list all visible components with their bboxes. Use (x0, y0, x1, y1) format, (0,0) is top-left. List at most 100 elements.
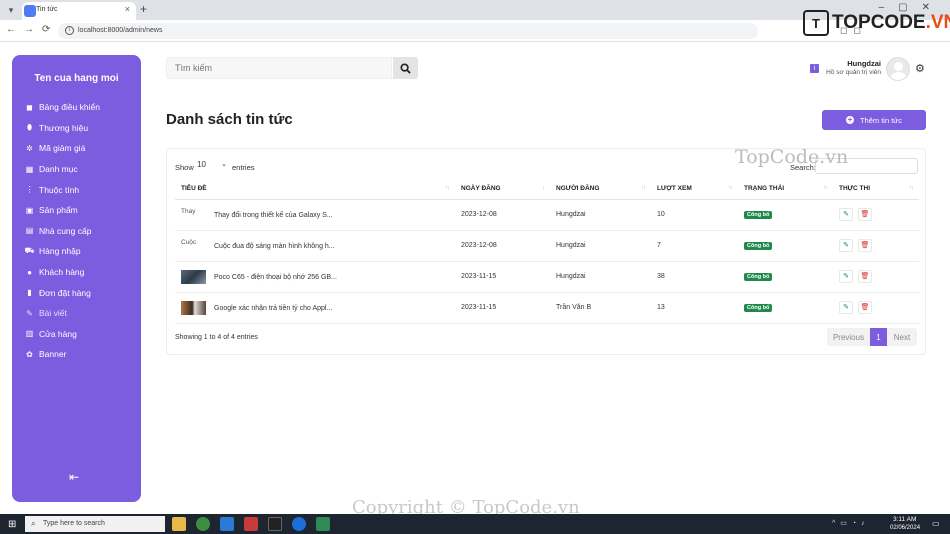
supplier-icon: ▤ (25, 226, 34, 236)
news-thumbnail: Thay (181, 207, 196, 215)
column-header[interactable]: THỰC THI ↑↓ (833, 179, 919, 200)
search-button[interactable] (393, 57, 418, 79)
sidebar-item-6[interactable]: ▣ Sản phẩm (24, 200, 100, 221)
trash-icon[interactable]: 🗑 (858, 301, 872, 314)
product-icon: ▣ (25, 205, 34, 215)
windows-start-icon[interactable]: ⊞ (8, 519, 16, 530)
column-header[interactable]: LƯỢT XEM ↑↓ (651, 179, 738, 200)
back-icon[interactable]: ← (6, 24, 16, 35)
column-header-label: NGƯỜI ĐĂNG (556, 185, 600, 193)
sidebar-item-2[interactable]: ⬮ Thương hiệu (24, 118, 100, 139)
import-icon: ⛟ (24, 246, 35, 256)
sort-icon: ↑↓ (728, 185, 733, 191)
previous-page-button[interactable]: Previous (827, 328, 870, 346)
reload-icon[interactable]: ⟳ (42, 24, 50, 35)
sort-icon: ↓ (542, 185, 545, 191)
column-header[interactable]: TRẠNG THÁI ↑↓ (738, 179, 833, 200)
title-cell: Thay Thay đổi trong thiết kế của Galaxy S… (175, 199, 455, 231)
page-1-button[interactable]: 1 (870, 328, 887, 346)
user-name: Hungdzai (847, 59, 881, 68)
news-title: Cuộc đua độ sáng màn hình không h... (214, 242, 335, 250)
trash-icon[interactable]: 🗑 (858, 208, 872, 221)
search-icon: ⌕ (31, 519, 36, 528)
banner-icon: ✿ (26, 349, 33, 359)
add-news-button[interactable]: + Thêm tin tức (822, 110, 926, 130)
customer-icon: ● (27, 267, 32, 277)
sidebar-item-label: Bảng điều khiển (39, 102, 100, 113)
site-info-icon[interactable]: i (65, 26, 74, 35)
browser-tab[interactable]: Tin tức × (22, 2, 136, 20)
system-tray-icons[interactable]: ^▭◔♪ (832, 519, 870, 527)
sidebar-item-11[interactable]: ✎ Bài viết (24, 303, 100, 324)
taskbar-search[interactable]: ⌕ Type here to search (25, 516, 165, 532)
news-thumbnail: Cuộc (181, 238, 197, 246)
trash-icon[interactable]: 🗑 (858, 270, 872, 283)
plus-circle-icon: + (845, 115, 854, 124)
column-header[interactable]: NGÀY ĐĂNG ↓ (455, 179, 550, 200)
tab-search-icon[interactable]: ▾ (4, 3, 18, 17)
table-row: Google xác nhận trả tiền tỷ cho Appl... 2… (175, 292, 919, 324)
status-cell: Công bố (738, 292, 833, 324)
store-name: Ten cua hang moi (34, 73, 119, 84)
sidebar-item-1[interactable]: ◼ Bảng điều khiển (24, 97, 100, 118)
column-header-label: NGÀY ĐĂNG (461, 185, 501, 193)
url-field[interactable]: i localhost:8000/admin/news (58, 23, 758, 39)
topcode-logo-text: TOPCODE.VN (832, 12, 950, 34)
status-cell: Công bố (738, 261, 833, 293)
sidebar-item-5[interactable]: ⋮ Thuộc tính (24, 179, 100, 200)
sidebar-item-8[interactable]: ⛟ Hàng nhập (24, 241, 100, 262)
sidebar-menu: ◼ Bảng điều khiển ⬮ Thương hiệu ✲ Mã giảm giá… (24, 97, 100, 365)
terminal-icon[interactable] (268, 517, 282, 531)
sidebar-item-3[interactable]: ✲ Mã giảm giá (24, 138, 100, 159)
sidebar-item-label: Danh mục (39, 164, 78, 175)
title-cell: Poco C65 - điện thoại bộ nhớ 256 GB... (175, 261, 455, 293)
sidebar-item-label: Khách hàng (39, 267, 85, 278)
new-tab-button[interactable]: + (140, 2, 147, 16)
next-page-button[interactable]: Next (887, 328, 917, 346)
recorder-icon[interactable] (244, 517, 258, 531)
sidebar-item-9[interactable]: ● Khách hàng (24, 262, 100, 283)
trash-icon[interactable]: 🗑 (858, 239, 872, 252)
sidebar-item-label: Banner (39, 349, 67, 360)
search-input[interactable] (167, 58, 391, 78)
edit-icon[interactable]: ✎ (839, 270, 853, 283)
brand-icon: ⬮ (26, 122, 33, 132)
edit-icon[interactable]: ✎ (839, 301, 853, 314)
show-label: Show (175, 163, 194, 172)
order-icon: ▮ (27, 288, 32, 298)
author-cell: Hungdzai (550, 199, 651, 231)
sidebar-collapse-icon[interactable]: ⇤ (69, 470, 79, 484)
action-center-icon[interactable]: ▭ (932, 519, 940, 528)
sort-icon: ↑↓ (445, 185, 450, 191)
edit-icon[interactable]: ✎ (839, 208, 853, 221)
avatar[interactable] (886, 57, 910, 81)
gear-icon[interactable]: ⚙ (915, 62, 925, 75)
status-cell: Công bố (738, 230, 833, 262)
author-cell: Hungdzai (550, 230, 651, 262)
sidebar-item-4[interactable]: ▦ Danh mục (24, 159, 100, 180)
page-size-select[interactable]: 10 ⌄ (197, 160, 227, 174)
topcode-logo-mark: T (803, 10, 829, 36)
forward-icon[interactable]: → (24, 24, 34, 35)
views-cell: 38 (651, 261, 738, 293)
edit-icon[interactable]: ✎ (839, 239, 853, 252)
table-row: Cuộc Cuộc đua độ sáng màn hình không h...… (175, 230, 919, 262)
status-badge: Công bố (744, 272, 773, 281)
sidebar-item-10[interactable]: ▮ Đơn đặt hàng (24, 282, 100, 303)
page-size-value: 10 (197, 160, 206, 169)
file-explorer-icon[interactable] (172, 517, 186, 531)
vscode-icon[interactable] (220, 517, 234, 531)
column-header[interactable]: TIÊU ĐỀ ↑↓ (175, 179, 455, 200)
chrome-icon[interactable] (196, 517, 210, 531)
sidebar-item-12[interactable]: ▥ Cửa hàng (24, 324, 100, 345)
column-header[interactable]: NGƯỜI ĐĂNG ↑↓ (550, 179, 651, 200)
sidebar-item-label: Thuộc tính (39, 184, 80, 195)
sidebar-item-7[interactable]: ▤ Nhà cung cấp (24, 221, 100, 242)
zalo-icon[interactable] (292, 517, 306, 531)
news-thumbnail (181, 300, 206, 315)
store-icon: ▥ (25, 329, 34, 339)
app-hs-icon[interactable] (316, 517, 330, 531)
pagination: Previous 1 Next (827, 328, 917, 346)
tab-close-icon[interactable]: × (125, 4, 130, 14)
sidebar-item-13[interactable]: ✿ Banner (24, 344, 100, 365)
